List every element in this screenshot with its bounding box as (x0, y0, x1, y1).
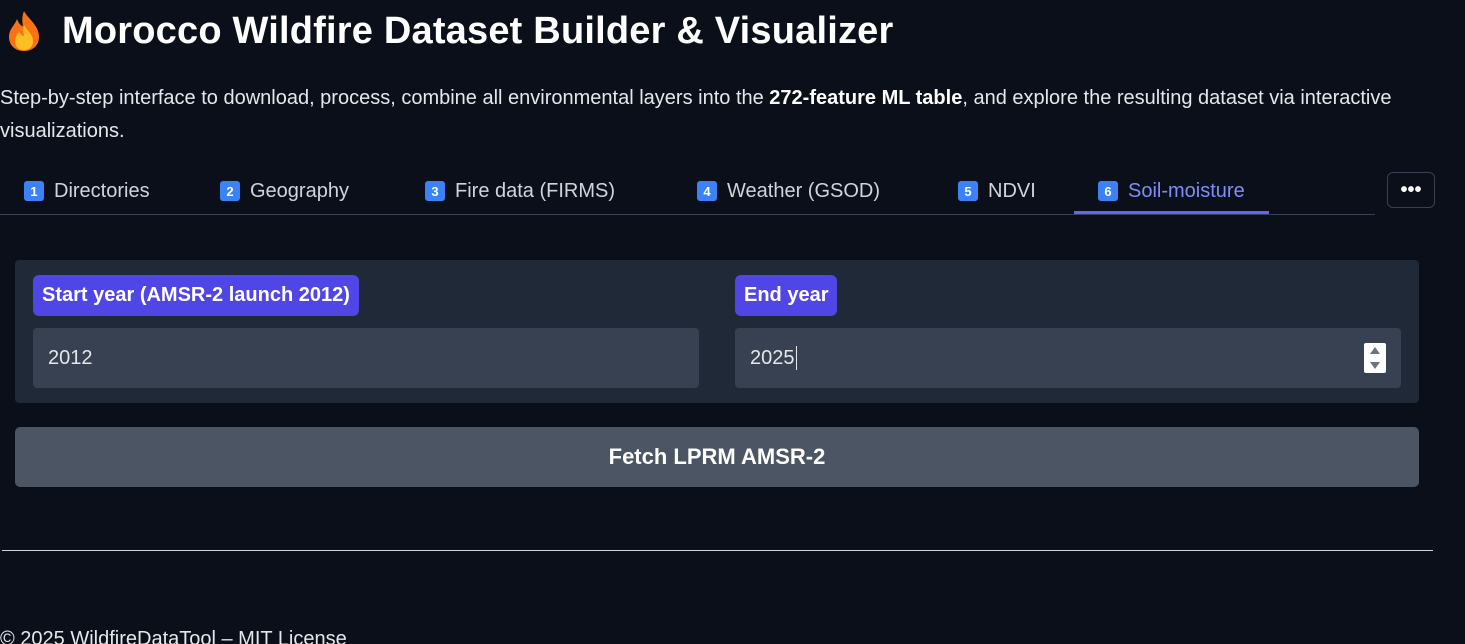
start-year-input[interactable]: 2012 (33, 328, 699, 388)
footer-divider (2, 550, 1433, 551)
tab-number-badge: 6 (1098, 181, 1118, 201)
text-caret (795, 346, 797, 370)
tab-weather[interactable]: 4 Weather (GSOD) (697, 170, 880, 212)
increment-arrow-icon[interactable] (1370, 347, 1380, 354)
tab-label: Geography (250, 179, 349, 202)
number-stepper[interactable] (1364, 343, 1386, 373)
tab-geography[interactable]: 2 Geography (220, 170, 349, 212)
description-highlight: 272-feature ML table (769, 87, 963, 109)
description-text: Step-by-step interface to download, proc… (0, 87, 770, 109)
tab-bar: 1 Directories 2 Geography 3 Fire data (F… (0, 170, 1375, 215)
tab-number-badge: 2 (220, 181, 240, 201)
tab-number-badge: 3 (425, 181, 445, 201)
more-tabs-button[interactable]: ••• (1387, 172, 1435, 208)
page-title: Morocco Wildfire Dataset Builder & Visua… (62, 9, 894, 52)
tab-number-badge: 1 (24, 181, 44, 201)
tab-ndvi[interactable]: 5 NDVI (958, 170, 1036, 212)
start-year-value: 2012 (48, 346, 93, 369)
tab-directories[interactable]: 1 Directories (24, 170, 150, 212)
tab-soil-moisture[interactable]: 6 Soil-moisture (1074, 170, 1269, 214)
page-description: Step-by-step interface to download, proc… (0, 82, 1450, 148)
tab-number-badge: 4 (697, 181, 717, 201)
start-year-label: Start year (AMSR-2 launch 2012) (33, 275, 359, 316)
footer-license: © 2025 WildfireDataTool – MIT License (0, 628, 347, 644)
tab-label: Soil-moisture (1128, 179, 1245, 202)
decrement-arrow-icon[interactable] (1370, 362, 1380, 369)
tab-label: Weather (GSOD) (727, 179, 880, 202)
app-page: Morocco Wildfire Dataset Builder & Visua… (0, 0, 1465, 644)
tab-label: Directories (54, 179, 150, 202)
end-year-input[interactable]: 2025 (735, 328, 1401, 388)
year-range-panel: Start year (AMSR-2 launch 2012) 2012 End… (15, 260, 1419, 403)
fire-icon (9, 11, 39, 51)
tab-label: Fire data (FIRMS) (455, 179, 616, 202)
fetch-lprm-button[interactable]: Fetch LPRM AMSR-2 (15, 427, 1419, 487)
tab-number-badge: 5 (958, 181, 978, 201)
tab-label: NDVI (988, 179, 1036, 202)
end-year-label: End year (735, 275, 838, 316)
more-horizontal-icon: ••• (1400, 178, 1422, 201)
end-year-value: 2025 (750, 346, 795, 369)
tab-fire-data[interactable]: 3 Fire data (FIRMS) (425, 170, 615, 212)
header: Morocco Wildfire Dataset Builder & Visua… (6, 8, 894, 54)
